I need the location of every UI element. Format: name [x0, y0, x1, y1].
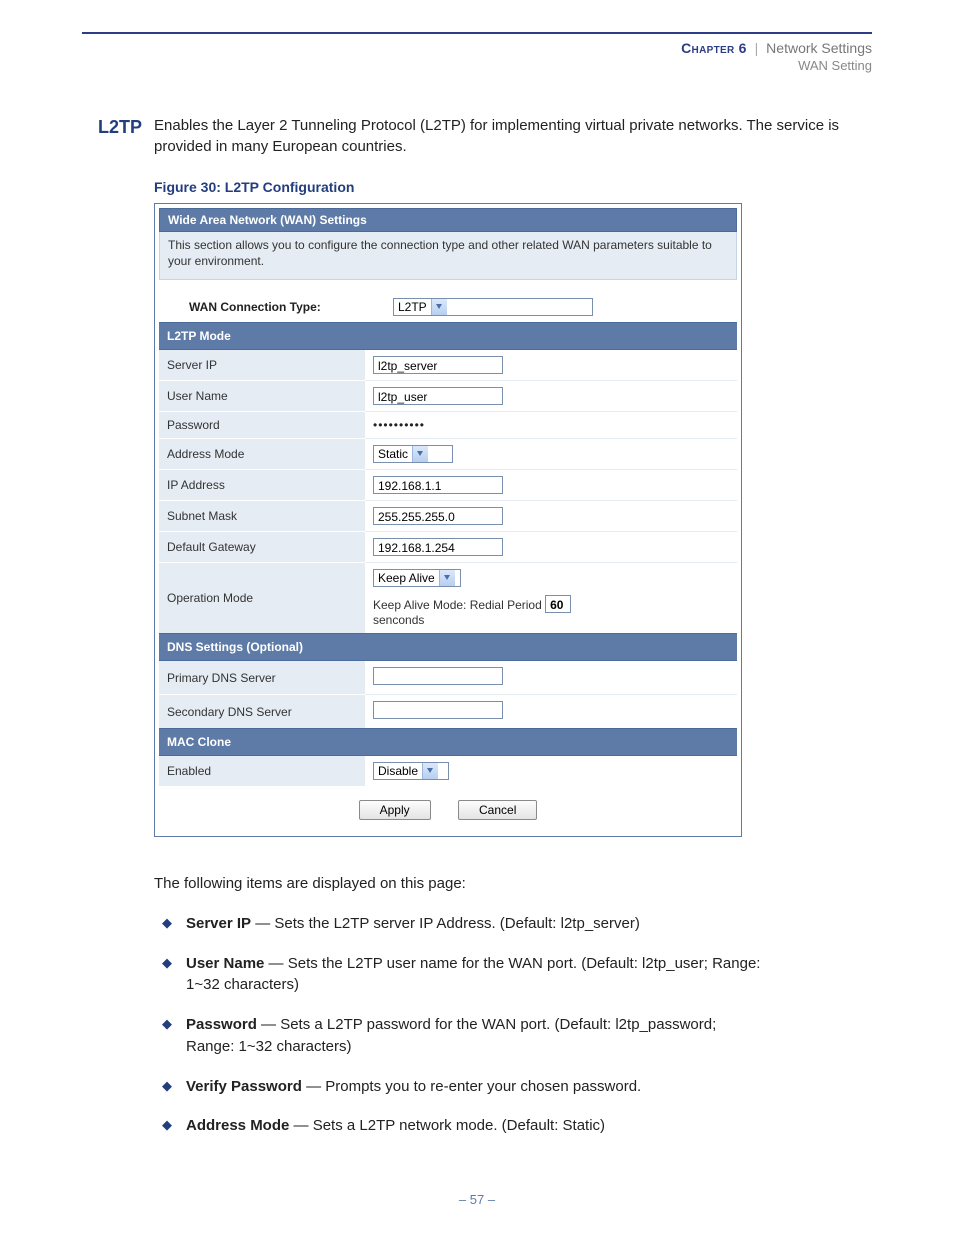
redial-label-post: senconds — [373, 613, 424, 627]
server-ip-input[interactable]: l2tp_server — [373, 356, 503, 374]
mac-enabled-value: Disable — [374, 763, 422, 779]
operation-mode-value: Keep Alive — [374, 570, 439, 586]
bullet-list: Server IP — Sets the L2TP server IP Addr… — [154, 913, 764, 1137]
chapter-label: Chapter 6 — [681, 40, 747, 56]
password-label: Password — [159, 412, 365, 439]
body: L2TP Enables the Layer 2 Tunneling Proto… — [82, 115, 872, 1137]
redial-period-input[interactable]: 60 — [545, 595, 571, 613]
wan-title-bar: Wide Area Network (WAN) Settings — [159, 208, 737, 232]
row-subnet-mask: Subnet Mask 255.255.255.0 — [159, 501, 737, 532]
row-default-gateway: Default Gateway 192.168.1.254 — [159, 532, 737, 563]
row-operation-mode: Operation Mode Keep Alive Keep Alive Mod… — [159, 563, 737, 634]
wan-connection-label: WAN Connection Type: — [159, 300, 393, 314]
config-screenshot: Wide Area Network (WAN) Settings This se… — [154, 203, 742, 837]
password-input[interactable]: •••••••••• — [373, 418, 425, 432]
address-mode-label: Address Mode — [159, 439, 365, 470]
list-item: Server IP — Sets the L2TP server IP Addr… — [154, 913, 764, 935]
side-heading: L2TP — [82, 115, 154, 138]
wan-connection-select[interactable]: L2TP — [393, 298, 593, 316]
cancel-button[interactable]: Cancel — [458, 800, 537, 820]
row-secondary-dns: Secondary DNS Server — [159, 695, 737, 729]
section-mac-label: MAC Clone — [159, 729, 737, 756]
section-label: Network Settings — [766, 40, 872, 56]
subsection-label: WAN Setting — [82, 58, 872, 73]
mac-enabled-label: Enabled — [159, 756, 365, 787]
chevron-down-icon — [439, 570, 455, 586]
section-dns-label: DNS Settings (Optional) — [159, 634, 737, 661]
section-dns: DNS Settings (Optional) — [159, 634, 737, 661]
row-password: Password •••••••••• — [159, 412, 737, 439]
chevron-down-icon — [412, 446, 428, 462]
chevron-down-icon — [422, 763, 438, 779]
subnet-mask-label: Subnet Mask — [159, 501, 365, 532]
header-sep: | — [751, 40, 763, 56]
redial-label-pre: Keep Alive Mode: Redial Period — [373, 598, 542, 612]
page-number: – 57 – — [0, 1192, 954, 1207]
operation-mode-select[interactable]: Keep Alive — [373, 569, 461, 587]
after-lead: The following items are displayed on thi… — [154, 873, 764, 895]
intro-text: Enables the Layer 2 Tunneling Protocol (… — [154, 115, 872, 157]
default-gateway-input[interactable]: 192.168.1.254 — [373, 538, 503, 556]
row-ip-address: IP Address 192.168.1.1 — [159, 470, 737, 501]
wan-connection-row: WAN Connection Type: L2TP — [159, 298, 737, 316]
user-name-label: User Name — [159, 381, 365, 412]
server-ip-label: Server IP — [159, 350, 365, 381]
secondary-dns-label: Secondary DNS Server — [159, 695, 365, 729]
mac-enabled-select[interactable]: Disable — [373, 762, 449, 780]
list-item: Address Mode — Sets a L2TP network mode.… — [154, 1115, 764, 1137]
button-row: Apply Cancel — [155, 800, 741, 820]
page: Chapter 6 | Network Settings WAN Setting… — [0, 0, 954, 1235]
bullet-bold: User Name — [186, 955, 264, 972]
section-l2tp-label: L2TP Mode — [159, 323, 737, 350]
section-mac-clone: MAC Clone — [159, 729, 737, 756]
primary-dns-input[interactable] — [373, 667, 503, 685]
primary-dns-label: Primary DNS Server — [159, 661, 365, 695]
wan-connection-value: L2TP — [394, 299, 431, 315]
bullet-rest: — Sets the L2TP user name for the WAN po… — [186, 955, 760, 994]
chevron-down-icon — [431, 299, 447, 315]
ip-address-input[interactable]: 192.168.1.1 — [373, 476, 503, 494]
user-name-input[interactable]: l2tp_user — [373, 387, 503, 405]
subnet-mask-input[interactable]: 255.255.255.0 — [373, 507, 503, 525]
list-item: Verify Password — Prompts you to re-ente… — [154, 1076, 764, 1098]
after-text: The following items are displayed on thi… — [154, 873, 764, 1137]
form-table: L2TP Mode Server IP l2tp_server User Nam… — [159, 322, 737, 786]
row-primary-dns: Primary DNS Server — [159, 661, 737, 695]
bullet-bold: Server IP — [186, 915, 251, 932]
section-l2tp-mode: L2TP Mode — [159, 323, 737, 350]
bullet-rest: — Sets the L2TP server IP Address. (Defa… — [251, 915, 640, 932]
secondary-dns-input[interactable] — [373, 701, 503, 719]
list-item: Password — Sets a L2TP password for the … — [154, 1014, 764, 1058]
default-gateway-label: Default Gateway — [159, 532, 365, 563]
running-header: Chapter 6 | Network Settings WAN Setting — [82, 34, 872, 83]
row-server-ip: Server IP l2tp_server — [159, 350, 737, 381]
wan-description: This section allows you to configure the… — [159, 232, 737, 280]
row-user-name: User Name l2tp_user — [159, 381, 737, 412]
list-item: User Name — Sets the L2TP user name for … — [154, 953, 764, 997]
address-mode-value: Static — [374, 446, 412, 462]
bullet-rest: — Prompts you to re-enter your chosen pa… — [302, 1078, 641, 1095]
redial-line: Keep Alive Mode: Redial Period 60 sencon… — [373, 595, 729, 627]
bullet-bold: Address Mode — [186, 1117, 289, 1134]
apply-button[interactable]: Apply — [359, 800, 431, 820]
bullet-bold: Password — [186, 1016, 257, 1033]
operation-mode-label: Operation Mode — [159, 563, 365, 634]
bullet-rest: — Sets a L2TP password for the WAN port.… — [186, 1016, 716, 1055]
row-address-mode: Address Mode Static — [159, 439, 737, 470]
address-mode-select[interactable]: Static — [373, 445, 453, 463]
bullet-bold: Verify Password — [186, 1078, 302, 1095]
row-mac-enabled: Enabled Disable — [159, 756, 737, 787]
intro-block: L2TP Enables the Layer 2 Tunneling Proto… — [82, 115, 872, 157]
bullet-rest: — Sets a L2TP network mode. (Default: St… — [289, 1117, 605, 1134]
figure-caption: Figure 30: L2TP Configuration — [154, 179, 872, 195]
ip-address-label: IP Address — [159, 470, 365, 501]
